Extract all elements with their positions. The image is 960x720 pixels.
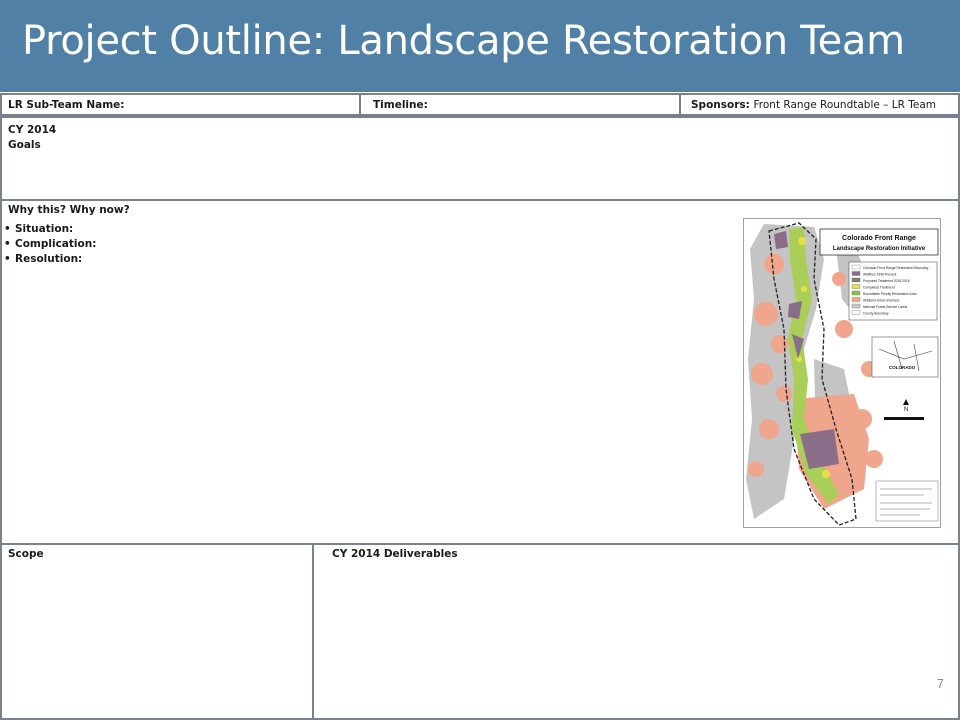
bullet-text: Resolution:: [15, 253, 83, 265]
legend-label: Completed Treatment: [863, 286, 895, 290]
bullet-dot: •: [4, 253, 11, 265]
wui-area: [776, 386, 792, 402]
north-arrow: N: [904, 407, 908, 413]
legend-label: Roundtable Priority Restoration Area: [863, 292, 917, 296]
legend-swatch: [851, 303, 861, 309]
legend-label: National Forest Service Lands: [863, 305, 908, 309]
deliverables-box: CY 2014 Deliverables: [312, 543, 960, 720]
wui-area: [751, 363, 773, 385]
map-title-line2: Landscape Restoration Initiative: [833, 246, 926, 252]
bullet-text: Situation:: [15, 223, 74, 235]
legend-swatch: [851, 264, 861, 270]
wui-area: [835, 320, 853, 338]
legend-label: Proposed Treatment 2015-2016: [863, 279, 910, 283]
scope-box: Scope: [0, 543, 314, 720]
legend-swatch: [851, 310, 861, 315]
wui-area: [865, 450, 883, 468]
why-heading: Why this? Why now?: [8, 204, 130, 216]
sponsors-text: Sponsors: Front Range Roundtable – LR Te…: [691, 99, 936, 111]
goals-box: CY 2014 Goals: [0, 116, 960, 201]
wui-area: [748, 461, 764, 477]
bullet-resolution: • Resolution:: [2, 252, 96, 267]
completed-area: [796, 356, 802, 362]
legend-swatch: [851, 271, 861, 276]
scope-label: Scope: [8, 548, 44, 560]
timeline-label: Timeline:: [373, 99, 428, 111]
page-title: Project Outline: Landscape Restoration T…: [22, 18, 905, 64]
wui-area: [759, 419, 779, 439]
timeline-box: Timeline:: [359, 93, 681, 116]
wui-area: [771, 335, 789, 353]
goals-year: CY 2014: [8, 124, 57, 136]
legend-label: County Boundary: [863, 312, 889, 316]
inset-map-box: [871, 336, 939, 378]
wildfire-area: [774, 231, 788, 249]
legend-swatch: [851, 277, 861, 283]
wui-area: [764, 254, 784, 274]
deliverables-label: CY 2014 Deliverables: [332, 548, 458, 560]
subteam-name-box: LR Sub-Team Name:: [0, 93, 361, 116]
legend-swatch: [851, 290, 861, 296]
legend-label: Wildfires 1996-Present: [863, 273, 896, 277]
map-graphic: Colorado Front Range Landscape Restorati…: [746, 222, 939, 526]
completed-area: [798, 237, 806, 245]
sponsors-label: Sponsors:: [691, 99, 750, 111]
bullet-dot: •: [4, 223, 11, 235]
sponsors-value: Front Range Roundtable – LR Team: [753, 99, 937, 111]
goals-label: Goals: [8, 139, 41, 151]
completed-area: [801, 286, 807, 292]
legend-label: Colorado Front Range Restoration Boundar…: [863, 266, 929, 270]
completed-area: [822, 470, 830, 478]
why-bullets: • Situation: • Complication: • Resolution:: [2, 222, 96, 267]
map-title-line1: Colorado Front Range: [842, 235, 916, 242]
legend-swatch: [851, 297, 861, 302]
wui-area: [754, 302, 778, 326]
wui-area: [832, 272, 846, 286]
legend-swatch: [851, 284, 861, 289]
page-number: 7: [936, 676, 944, 691]
scale-bar: [884, 417, 924, 420]
legend-label: Wildland-Urban Interface: [863, 299, 900, 303]
bullet-situation: • Situation:: [2, 222, 96, 237]
inset-label: COLORADO: [889, 365, 916, 370]
north-arrow-icon: [903, 399, 909, 405]
bullet-text: Complication:: [15, 238, 97, 250]
subteam-name-label: LR Sub-Team Name:: [8, 99, 125, 111]
sponsors-box: Sponsors: Front Range Roundtable – LR Te…: [679, 93, 960, 116]
restoration-map: Colorado Front Range Landscape Restorati…: [743, 218, 941, 528]
bullet-complication: • Complication:: [2, 237, 96, 252]
bullet-dot: •: [4, 238, 11, 250]
